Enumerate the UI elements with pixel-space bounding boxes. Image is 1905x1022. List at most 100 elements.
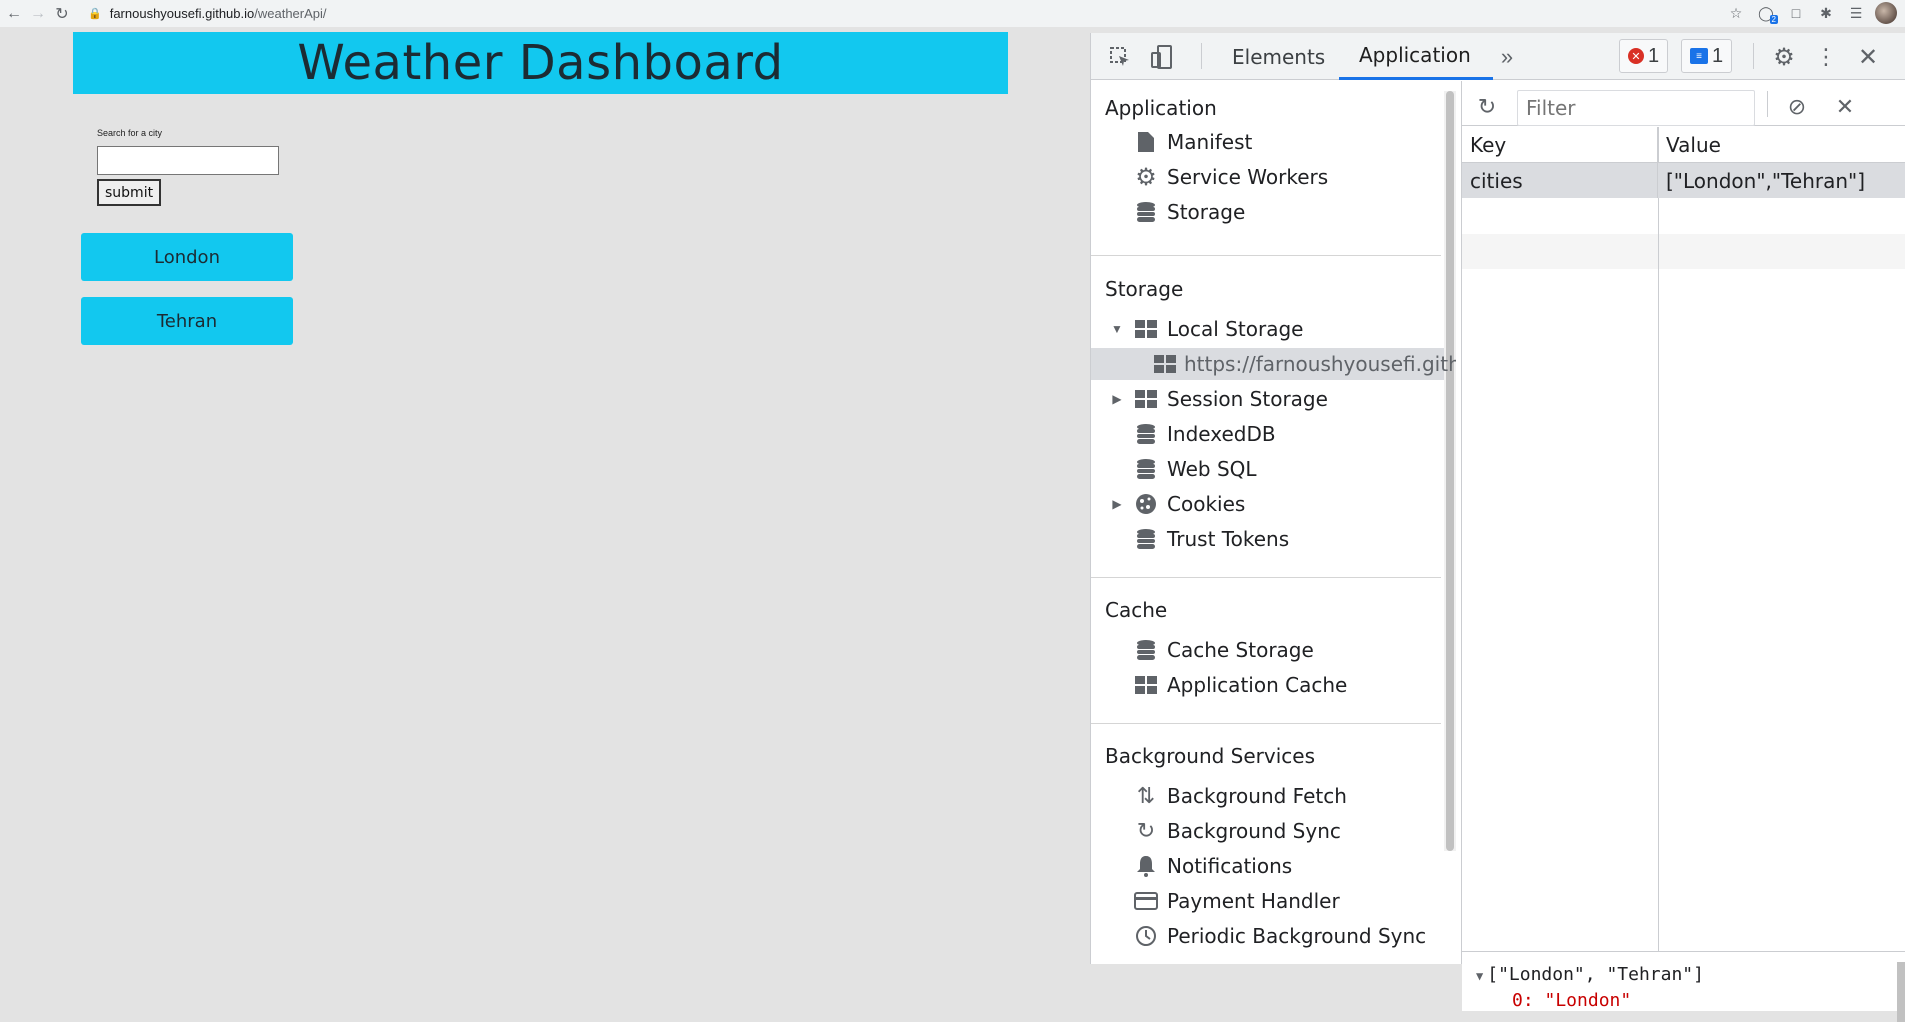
sidebar-item-indexeddb[interactable]: IndexedDB	[1133, 418, 1276, 450]
table-row[interactable]: cities ["London","Tehran"]	[1462, 163, 1905, 198]
browser-toolbar: ← → ↻ 🔒 farnoushyousefi.github.io/weathe…	[0, 0, 1905, 27]
sidebar-item-label: IndexedDB	[1167, 422, 1276, 446]
sidebar-item-label: Service Workers	[1167, 165, 1329, 189]
sidebar-item-payment-handler[interactable]: Payment Handler	[1133, 885, 1340, 917]
device-toolbar-icon[interactable]	[1147, 42, 1177, 72]
header-banner: Weather Dashboard	[73, 32, 1008, 94]
avatar[interactable]	[1875, 2, 1897, 24]
table-icon	[1133, 316, 1159, 342]
table-icon	[1133, 386, 1159, 412]
sidebar-item-label: Local Storage	[1167, 317, 1304, 341]
expand-down-icon[interactable]: ▼	[1111, 313, 1123, 345]
storage-toolbar: ↻ Filter ⊘ ✕	[1462, 81, 1905, 126]
sidebar-item-label: Session Storage	[1167, 387, 1328, 411]
sidebar-item-background-sync[interactable]: ↻ Background Sync	[1133, 815, 1341, 847]
sidebar-item-local-storage-origin[interactable]: https://farnoushyousefi.github.io	[1091, 348, 1456, 380]
section-title-background-services: Background Services	[1105, 744, 1316, 768]
section-divider	[1091, 577, 1441, 578]
sidebar-item-label: Periodic Background Sync	[1167, 924, 1427, 948]
kebab-menu-icon[interactable]: ⋮	[1811, 42, 1841, 72]
error-count: 1	[1648, 44, 1660, 67]
sidebar-item-manifest[interactable]: Manifest	[1133, 126, 1252, 158]
clock-icon	[1133, 923, 1159, 949]
database-icon	[1133, 421, 1159, 447]
address-bar[interactable]: farnoushyousefi.github.io/weatherApi/	[110, 6, 327, 21]
extension-badge: 2	[1769, 15, 1778, 24]
sidebar-item-web-sql[interactable]: Web SQL	[1133, 453, 1257, 485]
sidebar-item-cookies[interactable]: Cookies	[1133, 488, 1245, 520]
refresh-icon[interactable]: ↻	[1472, 92, 1502, 122]
preview-line[interactable]: ▼ ["London", "Tehran"]	[1476, 964, 1704, 985]
search-input[interactable]	[97, 146, 279, 175]
search-label: Search for a city	[97, 128, 163, 138]
tab-elements[interactable]: Elements	[1232, 33, 1325, 80]
delete-selected-icon[interactable]: ✕	[1830, 92, 1860, 122]
extension-icon[interactable]: ◯ 2	[1755, 2, 1778, 24]
back-icon[interactable]: ←	[2, 2, 26, 26]
extension-square-icon[interactable]: □	[1785, 2, 1807, 24]
sidebar-item-application-cache[interactable]: Application Cache	[1133, 669, 1347, 701]
sidebar-item-label: Background Sync	[1167, 819, 1341, 843]
sidebar-scrollbar[interactable]	[1444, 91, 1456, 851]
sidebar-item-notifications[interactable]: Notifications	[1133, 850, 1292, 882]
row-value[interactable]: ["London","Tehran"]	[1658, 163, 1905, 198]
clear-all-icon[interactable]: ⊘	[1782, 92, 1812, 122]
city-button-london[interactable]: London	[81, 233, 293, 281]
column-header-value[interactable]: Value	[1658, 127, 1905, 162]
sidebar-item-trust-tokens[interactable]: Trust Tokens	[1133, 523, 1289, 555]
bookmark-star-icon[interactable]: ☆	[1725, 2, 1747, 24]
cookie-icon	[1133, 491, 1159, 517]
tab-application[interactable]: Application	[1339, 33, 1493, 80]
sidebar-item-label: Storage	[1167, 200, 1246, 224]
sidebar-item-label: Cookies	[1167, 492, 1246, 516]
submit-button[interactable]: submit	[97, 179, 162, 206]
forward-icon[interactable]: →	[26, 2, 50, 26]
city-button-tehran[interactable]: Tehran	[81, 297, 293, 345]
filter-input[interactable]: Filter	[1517, 90, 1755, 126]
table-icon	[1133, 672, 1159, 698]
page-title: Weather Dashboard	[297, 35, 784, 91]
sidebar-item-background-fetch[interactable]: ⇅ Background Fetch	[1133, 780, 1347, 812]
sidebar-item-local-storage[interactable]: Local Storage	[1133, 313, 1303, 345]
sidebar-item-service-workers[interactable]: ⚙ Service Workers	[1133, 161, 1328, 193]
expand-right-icon[interactable]: ▶	[1111, 383, 1123, 415]
collapse-icon: ▼	[1476, 969, 1484, 983]
sidebar-item-label: Manifest	[1167, 130, 1253, 154]
more-tabs-icon[interactable]: »	[1492, 42, 1522, 72]
url-host: farnoushyousefi.github.io	[109, 6, 255, 21]
weather-page: Weather Dashboard Search for a city subm…	[0, 27, 1090, 964]
column-divider	[1658, 127, 1659, 951]
error-counter[interactable]: ✕ 1	[1619, 39, 1669, 73]
devtools-toolbar: Elements Application » ✕ 1 ≡ 1 ⚙ ⋮ ✕	[1091, 33, 1905, 80]
expand-right-icon[interactable]: ▶	[1111, 488, 1123, 520]
section-title-storage: Storage	[1105, 277, 1184, 301]
database-icon	[1133, 199, 1159, 225]
puzzle-icon[interactable]: ✱	[1815, 2, 1837, 24]
gear-icon[interactable]: ⚙	[1769, 42, 1799, 72]
message-counter[interactable]: ≡ 1	[1681, 39, 1733, 73]
storage-view: ↻ Filter ⊘ ✕ Key Value cities ["London",…	[1461, 81, 1905, 1022]
section-title-application: Application	[1105, 96, 1217, 120]
lock-icon: 🔒	[88, 8, 102, 20]
database-icon	[1133, 526, 1159, 552]
toolbar-divider	[1753, 43, 1754, 69]
media-icon[interactable]: ☰	[1845, 2, 1867, 24]
sidebar-item-label: Application Cache	[1167, 673, 1348, 697]
preview-scrollbar[interactable]	[1897, 962, 1905, 1022]
row-key[interactable]: cities	[1462, 163, 1658, 198]
reload-icon[interactable]: ↻	[50, 2, 74, 26]
column-header-key[interactable]: Key	[1462, 127, 1658, 162]
sidebar-item-periodic-background-sync[interactable]: Periodic Background Sync	[1133, 920, 1426, 952]
sidebar-item-label: Notifications	[1167, 854, 1293, 878]
sidebar-item-label: Trust Tokens	[1167, 527, 1290, 551]
inspect-element-icon[interactable]	[1105, 42, 1135, 72]
sidebar-item-label: Background Fetch	[1167, 784, 1347, 808]
message-count: 1	[1712, 44, 1724, 67]
sidebar-item-storage[interactable]: Storage	[1133, 196, 1245, 228]
close-icon[interactable]: ✕	[1853, 42, 1883, 72]
preview-item: 0: "London"	[1512, 990, 1632, 1011]
sidebar-item-cache-storage[interactable]: Cache Storage	[1133, 634, 1314, 666]
extension-icons: ☆ ◯ 2 □ ✱ ☰	[1725, 2, 1897, 24]
sidebar-item-session-storage[interactable]: Session Storage	[1133, 383, 1328, 415]
value-preview: ▼ ["London", "Tehran"] 0: "London"	[1462, 951, 1905, 1022]
